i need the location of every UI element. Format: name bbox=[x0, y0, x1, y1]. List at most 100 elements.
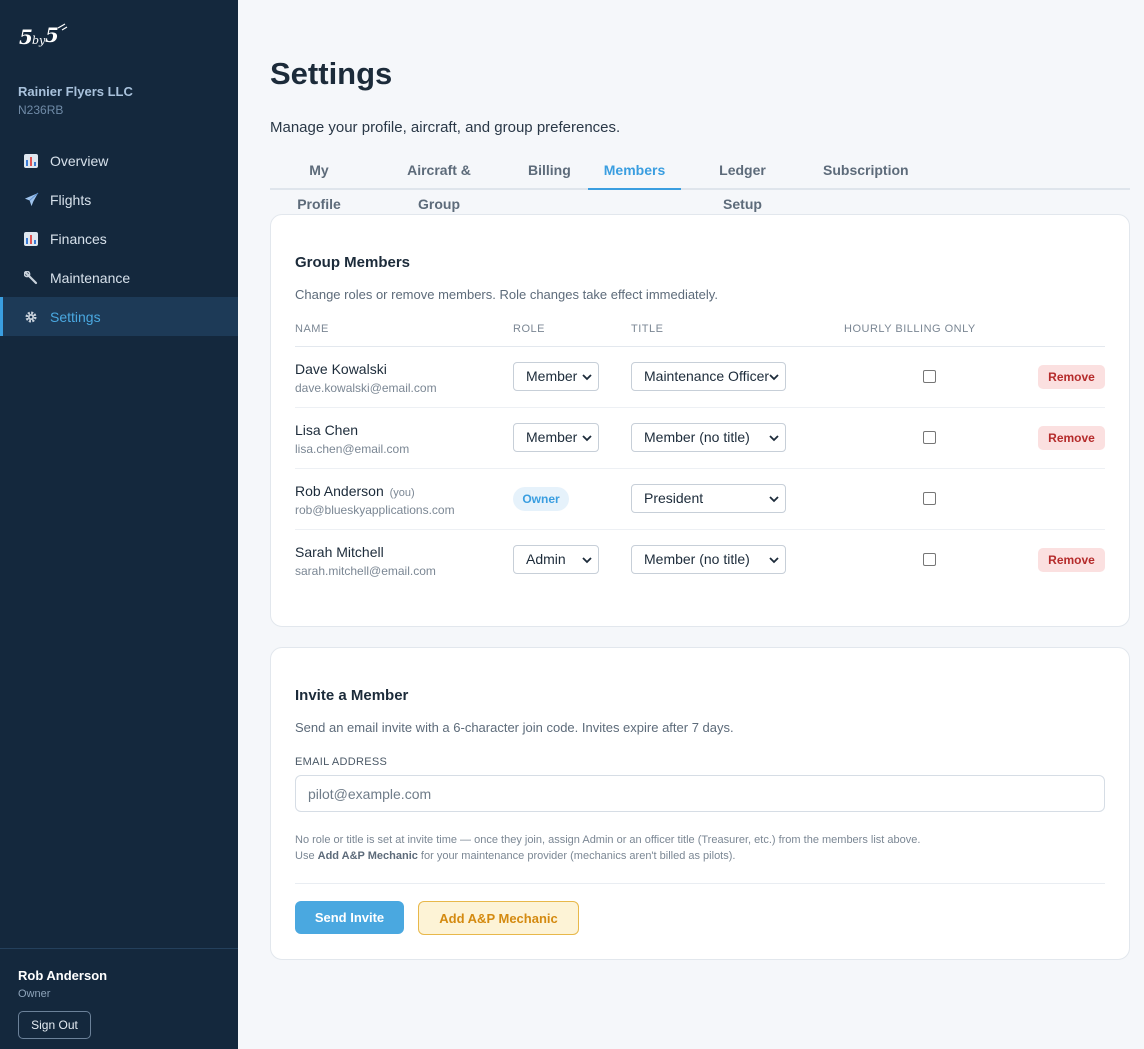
owner-badge: Owner bbox=[513, 487, 569, 511]
org-name: Rainier Flyers LLC bbox=[18, 84, 133, 99]
chevron-down-icon bbox=[769, 557, 779, 564]
sidebar-item-label: Overview bbox=[50, 152, 109, 169]
invite-member-card: Invite a Member Send an email invite wit… bbox=[270, 647, 1130, 960]
bar-chart-icon bbox=[23, 153, 39, 169]
sidebar-item-label: Settings bbox=[50, 308, 101, 325]
sidebar-user-panel: Rob Anderson Owner Sign Out bbox=[0, 948, 238, 1049]
page-title: Settings bbox=[270, 56, 393, 91]
hint-mechanic-emphasis: Add A&P Mechanic bbox=[317, 850, 418, 862]
title-select-value: President bbox=[644, 490, 704, 506]
role-select[interactable]: Member bbox=[513, 362, 599, 391]
member-name: Lisa Chen bbox=[295, 422, 359, 438]
role-select-value: Member bbox=[526, 368, 578, 384]
tab-ledger-setup[interactable]: Ledger Setup bbox=[701, 153, 784, 212]
tab-members[interactable]: Members bbox=[588, 153, 681, 190]
svg-text:5: 5 bbox=[45, 23, 59, 47]
you-indicator: (you) bbox=[389, 487, 415, 499]
table-row: Lisa Chen lisa.chen@email.com Member Mem… bbox=[295, 408, 1105, 469]
tab-my-profile[interactable]: My Profile bbox=[288, 153, 350, 212]
chevron-down-icon bbox=[769, 435, 779, 442]
chevron-down-icon bbox=[769, 374, 779, 381]
sidebar-item-label: Flights bbox=[50, 191, 92, 208]
remove-member-button[interactable]: Remove bbox=[1038, 548, 1105, 572]
member-name: Dave Kowalski bbox=[295, 361, 387, 377]
group-members-title: Group Members bbox=[295, 254, 411, 271]
members-table-header: NAME ROLE TITLE HOURLY BILLING ONLY bbox=[295, 323, 1105, 347]
member-email: dave.kowalski@email.com bbox=[295, 381, 437, 395]
send-invite-button[interactable]: Send Invite bbox=[295, 901, 404, 934]
settings-tabs: My Profile Aircraft & Group Billing Memb… bbox=[270, 153, 1130, 212]
member-name: Sarah Mitchell bbox=[295, 544, 384, 560]
column-header-role: ROLE bbox=[513, 323, 545, 335]
role-select-value: Member bbox=[526, 429, 578, 445]
member-name: Rob Anderson (you) bbox=[295, 483, 415, 499]
group-members-description: Change roles or remove members. Role cha… bbox=[295, 287, 718, 302]
title-select[interactable]: Member (no title) bbox=[631, 423, 786, 452]
chevron-down-icon bbox=[582, 557, 592, 564]
role-select[interactable]: Admin bbox=[513, 545, 599, 574]
sign-out-button[interactable]: Sign Out bbox=[18, 1011, 91, 1039]
member-email: rob@blueskyapplications.com bbox=[295, 503, 455, 517]
invite-hint-line-2: Use Add A&P Mechanic for your maintenanc… bbox=[295, 850, 1105, 862]
sidebar: 5 by 5 Rainier Flyers LLC N236RB Overvie… bbox=[0, 0, 238, 1049]
role-select-value: Admin bbox=[526, 551, 566, 567]
hourly-billing-checkbox[interactable] bbox=[923, 553, 936, 566]
hourly-billing-checkbox[interactable] bbox=[923, 370, 936, 383]
sidebar-item-flights[interactable]: Flights bbox=[0, 180, 238, 219]
remove-member-button[interactable]: Remove bbox=[1038, 365, 1105, 389]
column-header-title: TITLE bbox=[631, 323, 664, 335]
table-row: Dave Kowalski dave.kowalski@email.com Me… bbox=[295, 347, 1105, 408]
invite-member-description: Send an email invite with a 6-character … bbox=[295, 720, 734, 735]
hourly-billing-checkbox[interactable] bbox=[923, 492, 936, 505]
user-role: Owner bbox=[18, 988, 51, 1000]
aircraft-tail-number: N236RB bbox=[18, 103, 64, 117]
sidebar-item-finances[interactable]: Finances bbox=[0, 219, 238, 258]
chevron-down-icon bbox=[582, 374, 592, 381]
chevron-down-icon bbox=[769, 496, 779, 503]
sidebar-item-label: Finances bbox=[50, 230, 107, 247]
sidebar-nav: Overview Flights Finances Maintenance Se… bbox=[0, 141, 238, 336]
title-select[interactable]: Member (no title) bbox=[631, 545, 786, 574]
tab-billing[interactable]: Billing bbox=[528, 153, 571, 190]
brand-logo[interactable]: 5 by 5 bbox=[18, 22, 70, 50]
invite-member-title: Invite a Member bbox=[295, 687, 409, 704]
hint-prefix: Use bbox=[295, 850, 318, 862]
gear-icon bbox=[23, 309, 39, 325]
title-select-value: Member (no title) bbox=[644, 551, 750, 567]
sidebar-item-label: Maintenance bbox=[50, 269, 131, 286]
column-header-name: NAME bbox=[295, 323, 329, 335]
airplane-icon bbox=[23, 192, 39, 208]
svg-text:by: by bbox=[32, 34, 46, 47]
table-row: Sarah Mitchell sarah.mitchell@email.com … bbox=[295, 530, 1105, 591]
sidebar-item-overview[interactable]: Overview bbox=[0, 141, 238, 180]
chevron-down-icon bbox=[582, 435, 592, 442]
email-field[interactable] bbox=[295, 775, 1105, 812]
remove-member-button[interactable]: Remove bbox=[1038, 426, 1105, 450]
group-members-card: Group Members Change roles or remove mem… bbox=[270, 214, 1130, 627]
hint-suffix: for your maintenance provider (mechanics… bbox=[417, 850, 736, 862]
member-email: lisa.chen@email.com bbox=[295, 442, 410, 456]
title-select[interactable]: President bbox=[631, 484, 786, 513]
tab-subscription[interactable]: Subscription bbox=[823, 153, 909, 190]
user-name: Rob Anderson bbox=[18, 968, 108, 983]
title-select-value: Member (no title) bbox=[644, 429, 750, 445]
email-field-label: EMAIL ADDRESS bbox=[295, 756, 388, 768]
tab-aircraft-group[interactable]: Aircraft & Group bbox=[388, 153, 490, 212]
role-select[interactable]: Member bbox=[513, 423, 599, 452]
column-header-hourly-billing: HOURLY BILLING ONLY bbox=[844, 323, 976, 335]
sidebar-item-settings[interactable]: Settings bbox=[0, 297, 238, 336]
wrench-icon bbox=[23, 270, 39, 286]
svg-text:5: 5 bbox=[19, 25, 33, 49]
title-select[interactable]: Maintenance Officer bbox=[631, 362, 786, 391]
title-select-value: Maintenance Officer bbox=[644, 368, 770, 384]
add-mechanic-button[interactable]: Add A&P Mechanic bbox=[418, 901, 579, 935]
table-row: Rob Anderson (you) rob@blueskyapplicatio… bbox=[295, 469, 1105, 530]
divider bbox=[295, 883, 1105, 884]
member-name-text: Rob Anderson bbox=[295, 483, 384, 499]
hourly-billing-checkbox[interactable] bbox=[923, 431, 936, 444]
member-email: sarah.mitchell@email.com bbox=[295, 564, 436, 578]
invite-hint-line-1: No role or title is set at invite time —… bbox=[295, 834, 921, 846]
page-subtitle: Manage your profile, aircraft, and group… bbox=[270, 119, 621, 136]
sidebar-item-maintenance[interactable]: Maintenance bbox=[0, 258, 238, 297]
bar-chart-icon bbox=[23, 231, 39, 247]
